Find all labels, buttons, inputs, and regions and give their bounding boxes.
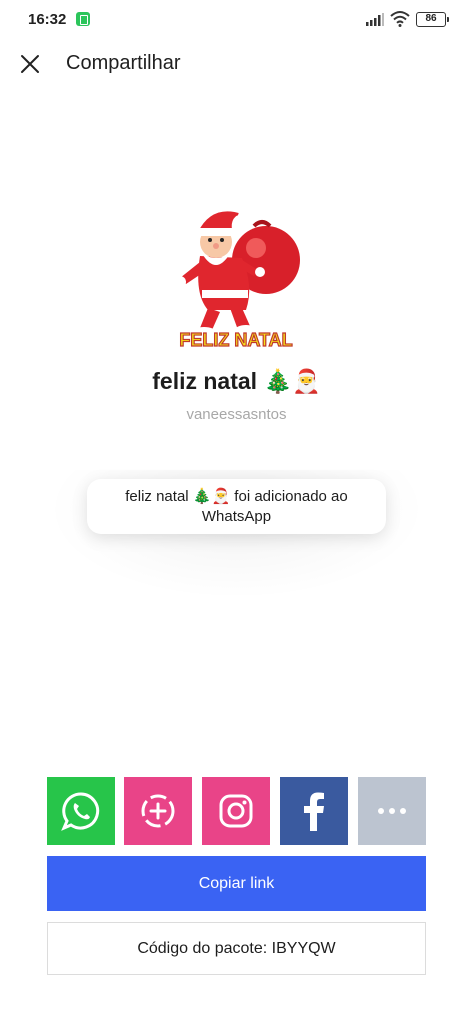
facebook-icon (304, 792, 324, 831)
status-bar: 16:32 86 (0, 0, 473, 40)
copy-link-button[interactable]: Copiar link (47, 856, 426, 911)
share-facebook-button[interactable] (280, 777, 348, 845)
wifi-icon (390, 11, 410, 27)
pack-code-label: Código do pacote: IBYYQW (47, 922, 426, 975)
battery-indicator: 86 (416, 12, 449, 27)
share-instagram-button[interactable] (202, 777, 270, 845)
more-dots-icon (378, 808, 406, 814)
notification-app-icon (76, 12, 90, 26)
share-buttons-row (47, 777, 426, 845)
toast-message: feliz natal 🎄🎅 foi adicionado ao WhatsAp… (87, 479, 386, 534)
share-whatsapp-button[interactable] (47, 777, 115, 845)
toast-line-1: feliz natal 🎄🎅 foi adicionado ao (125, 488, 348, 505)
close-icon (21, 55, 39, 73)
signal-icon (366, 13, 384, 26)
sticker-santa-image: FELIZ NATAL (174, 210, 300, 351)
instagram-icon (219, 794, 253, 828)
pack-author: vaneessasntos (186, 406, 287, 423)
status-add-icon (141, 794, 175, 828)
share-status-button[interactable] (124, 777, 192, 845)
toast-line-2: WhatsApp (201, 508, 272, 525)
whatsapp-icon (61, 792, 100, 831)
share-more-button[interactable] (358, 777, 426, 845)
close-button[interactable] (14, 48, 46, 80)
pack-title: feliz natal 🎄🎅 (152, 368, 321, 394)
sticker-caption: FELIZ NATAL (179, 330, 292, 350)
status-time: 16:32 (28, 11, 67, 28)
page-title: Compartilhar (66, 52, 181, 74)
